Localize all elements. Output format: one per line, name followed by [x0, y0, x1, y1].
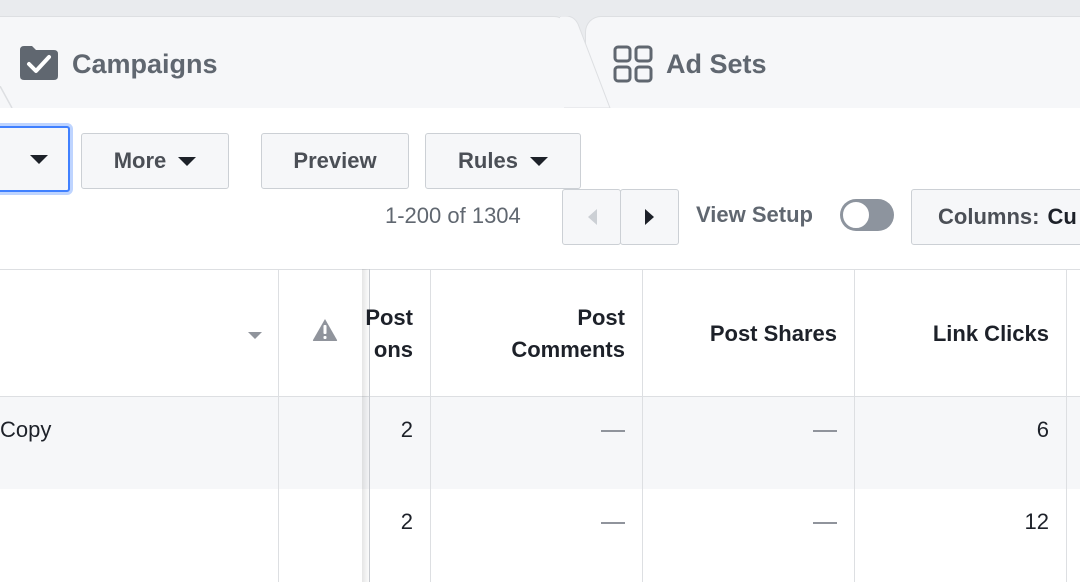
- empty-value-dash: [601, 522, 625, 524]
- cell-post-reactions: 2: [400, 509, 413, 534]
- chevron-down-icon: [529, 156, 548, 166]
- pagination-range: 1-200 of 1304: [385, 203, 521, 228]
- column-divider: [642, 269, 643, 582]
- cell-post-reactions: 2: [400, 417, 413, 442]
- column-header-line: Post: [577, 305, 625, 330]
- column-header-line: Comments: [511, 337, 625, 362]
- tab-ad-sets[interactable]: [585, 16, 1080, 108]
- column-header-link-clicks[interactable]: Link Clicks: [859, 318, 1049, 350]
- columns-button-label: Columns:: [938, 204, 1040, 229]
- column-header-line: Post: [365, 305, 413, 330]
- tab-edge-left: [0, 86, 13, 108]
- column-header-line: ons: [373, 337, 413, 362]
- column-header-line: Post Shares: [709, 321, 837, 346]
- dropdown-toggle-button[interactable]: [0, 126, 70, 192]
- tab-ad-sets-label: Ad Sets: [666, 49, 767, 79]
- tab-campaigns-edge: [560, 16, 611, 108]
- preview-button-label: Preview: [293, 148, 377, 173]
- column-divider: [1066, 269, 1067, 582]
- prev-page-button[interactable]: [562, 189, 621, 245]
- cell-link-clicks: 6: [1036, 417, 1049, 442]
- column-header-post-shares[interactable]: Post Shares: [647, 318, 837, 350]
- rules-button[interactable]: Rules: [425, 133, 581, 189]
- sort-caret-icon[interactable]: [248, 332, 262, 339]
- chevron-right-icon: [644, 209, 654, 225]
- cell-link-clicks: 12: [1024, 509, 1049, 534]
- chevron-left-icon: [587, 209, 597, 225]
- chevron-down-icon: [30, 154, 48, 164]
- table-row[interactable]: [0, 397, 1080, 489]
- grid-icon: [613, 45, 653, 88]
- next-page-button[interactable]: [620, 189, 679, 245]
- column-divider: [854, 269, 855, 582]
- preview-button[interactable]: Preview: [261, 133, 409, 189]
- more-button-label: More: [113, 148, 167, 173]
- warning-icon[interactable]: [312, 318, 338, 347]
- column-header-line: Link Clicks: [932, 321, 1049, 346]
- view-setup-label: View Setup: [696, 202, 813, 227]
- empty-value-dash: [601, 430, 625, 432]
- empty-value-dash: [813, 430, 837, 432]
- column-header-post-comments[interactable]: Post Comments: [435, 302, 625, 366]
- row-campaign-name[interactable]: Copy: [0, 417, 51, 443]
- table-row[interactable]: [0, 489, 1080, 582]
- chevron-down-icon: [178, 156, 197, 166]
- columns-button-value: Cu: [1047, 204, 1077, 229]
- column-header-post-reactions[interactable]: Post ons: [353, 302, 413, 366]
- column-divider: [278, 269, 279, 582]
- rules-button-label: Rules: [458, 148, 518, 173]
- columns-button[interactable]: Columns: Cu: [911, 189, 1080, 245]
- toolbar: More Preview Rules 1-200 of 1304 View Se…: [0, 107, 1080, 269]
- column-divider: [430, 269, 431, 582]
- view-setup-toggle[interactable]: [840, 199, 894, 231]
- empty-value-dash: [813, 522, 837, 524]
- more-button[interactable]: More: [81, 133, 229, 189]
- tab-campaigns-label: Campaigns: [72, 49, 218, 79]
- toggle-knob: [842, 201, 870, 229]
- folder-check-icon: [18, 44, 60, 87]
